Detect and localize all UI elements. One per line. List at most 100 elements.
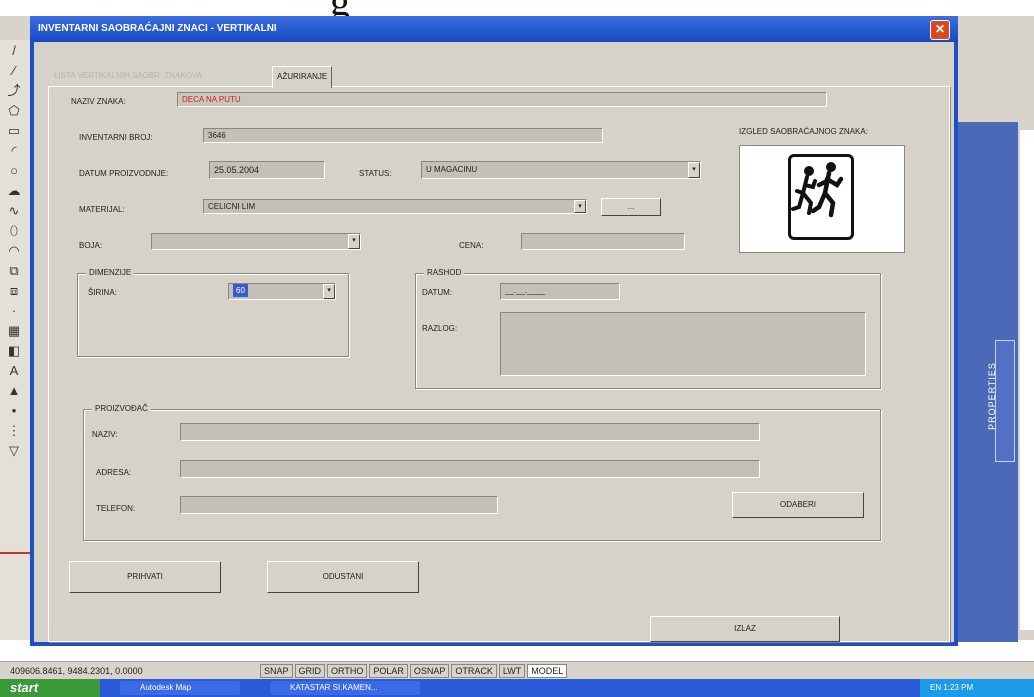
inventory-dialog: INVENTARNI SAOBRAĆAJNI ZNACI - VERTIKALN…	[30, 16, 958, 646]
cena-label: CENA:	[459, 241, 484, 250]
rashod-group: RASHOD DATUM: __.__.____ RAZLOG:	[415, 268, 881, 389]
hatch-icon[interactable]: ▦	[4, 321, 24, 340]
snap-toggle[interactable]: SNAP	[260, 664, 293, 678]
dimenzije-group: DIMENZIJE ŠIRINA: 60 ▾	[77, 268, 349, 357]
status-select[interactable]: U MAGACINU ▾	[421, 161, 701, 179]
boja-label: BOJA:	[79, 241, 103, 250]
dialog-title: INVENTARNI SAOBRAĆAJNI ZNACI - VERTIKALN…	[38, 23, 277, 34]
model-toggle[interactable]: MODEL	[527, 664, 568, 678]
polyline-icon[interactable]: ⤴	[4, 81, 24, 100]
chevron-down-icon[interactable]: ▾	[688, 162, 700, 178]
slide-title-strip: g	[0, 0, 1034, 16]
spline-icon[interactable]: ∿	[4, 201, 24, 220]
materijal-browse-button[interactable]: ...	[601, 198, 661, 216]
arc-icon[interactable]: ◜	[4, 141, 24, 160]
ellipse-icon[interactable]: ⬯	[4, 221, 24, 240]
rectangle-icon[interactable]: ▭	[4, 121, 24, 140]
coordinates-readout: 409606.8461, 9484.2301, 0.0000	[10, 666, 143, 676]
proizvodjac-naziv-label: NAZIV:	[92, 430, 118, 439]
dialog-titlebar: INVENTARNI SAOBRAĆAJNI ZNACI - VERTIKALN…	[30, 16, 958, 42]
tray-text: EN 1:23 PM	[930, 683, 974, 692]
chevron-down-icon[interactable]: ▾	[323, 284, 335, 299]
azuriranje-tab-page: NAZIV ZNAKA: DECA NA PUTU INVENTARNI BRO…	[48, 86, 950, 642]
children-running-icon	[791, 162, 844, 218]
odustani-button[interactable]: ODUSTANI	[267, 561, 419, 593]
sirina-label: ŠIRINA:	[88, 288, 117, 297]
proizvodjac-group: PROIZVOĐAČ NAZIV: ADRESA: TELEFON: ODABE…	[83, 404, 881, 541]
proizvodjac-title: PROIZVOĐAČ	[92, 404, 151, 413]
telefon-field[interactable]	[180, 496, 498, 514]
revcloud-icon[interactable]: ☁	[4, 181, 24, 200]
naziv-znaka-label: NAZIV ZNAKA:	[71, 97, 126, 106]
dialog-body: LISTA VERTIKALNIH SAOBR. ZNAKOVA AŽURIRA…	[34, 42, 954, 642]
point-icon[interactable]: ·	[4, 301, 24, 320]
izlaz-button[interactable]: IZLAZ	[650, 616, 840, 642]
osnap-toggle[interactable]: OSNAP	[409, 664, 450, 678]
materijal-label: MATERIJAL:	[79, 205, 125, 214]
materijal-value: CELICNI LIM	[208, 202, 256, 211]
datum-proizvodnje-label: DATUM PROIZVODNJE:	[79, 169, 169, 178]
rashod-title: RASHOD	[424, 268, 465, 277]
circle-icon[interactable]: ○	[4, 161, 24, 180]
cena-field[interactable]	[521, 233, 685, 250]
funnel-icon[interactable]: ▽	[4, 441, 24, 460]
system-tray: EN 1:23 PM	[920, 679, 1034, 697]
sirina-select[interactable]: 60 ▾	[228, 283, 336, 300]
boja-select[interactable]: ▾	[151, 233, 361, 250]
ellipse-arc-icon[interactable]: ◠	[4, 241, 24, 260]
izgled-znaka-label: IZGLED SAOBRAĆAJNOG ZNAKA:	[739, 127, 868, 136]
naziv-znaka-field[interactable]: DECA NA PUTU	[177, 92, 827, 107]
polar-toggle[interactable]: POLAR	[369, 664, 408, 678]
status-value: U MAGACINU	[426, 165, 478, 174]
sirina-value: 60	[233, 284, 248, 297]
lwt-toggle[interactable]: LWT	[498, 664, 526, 678]
chevron-down-icon[interactable]: ▾	[348, 234, 360, 249]
properties-tab-label: PROPERTIES	[986, 362, 997, 430]
prihvati-button[interactable]: PRIHVATI	[69, 561, 221, 593]
rashod-datum-label: DATUM:	[422, 288, 453, 297]
otrack-toggle[interactable]: OTRACK	[451, 664, 497, 678]
inventarni-broj-label: INVENTARNI BROJ:	[79, 133, 153, 142]
status-bar: 409606.8461, 9484.2301, 0.0000 SNAP GRID…	[0, 661, 1034, 680]
make-block-icon[interactable]: ⧈	[4, 281, 24, 300]
taskbar-item-katastar[interactable]: KATASTAR SI.KAMEN...	[270, 681, 420, 695]
region-icon[interactable]: ◧	[4, 341, 24, 360]
drawing-tools-strip: / ⁄ ⤴ ⬠ ▭ ◜ ○ ☁ ∿ ⬯ ◠ ⧉ ⧈ · ▦ ◧ A ▲ • ⋮ …	[0, 40, 31, 640]
materijal-select[interactable]: CELICNI LIM ▾	[203, 199, 587, 214]
datum-proizvodnje-field[interactable]: 25.05.2004	[209, 161, 325, 179]
windows-taskbar: start Autodesk Map KATASTAR SI.KAMEN... …	[0, 679, 1034, 697]
status-toggles: SNAP GRID ORTHO POLAR OSNAP OTRACK LWT M…	[260, 664, 568, 678]
children-crossing-sign	[788, 154, 854, 240]
dot-icon[interactable]: •	[4, 401, 24, 420]
properties-tab[interactable]: PROPERTIES	[987, 340, 1015, 462]
taskbar-item-autodesk-map[interactable]: Autodesk Map	[120, 681, 240, 695]
status-label: STATUS:	[359, 169, 392, 178]
document-edge	[1020, 130, 1034, 630]
adresa-label: ADRESA:	[96, 468, 132, 477]
grid-toggle[interactable]: GRID	[294, 664, 326, 678]
warning-icon[interactable]: ▲	[4, 381, 24, 400]
slide-title: g	[330, 0, 350, 16]
sign-preview-box	[739, 145, 905, 253]
telefon-label: TELEFON:	[96, 504, 136, 513]
construction-line-icon[interactable]: ⁄	[4, 61, 24, 80]
dimenzije-title: DIMENZIJE	[86, 268, 135, 277]
close-button[interactable]: ✕	[930, 20, 950, 40]
grip-icon: ⋮	[7, 423, 21, 438]
tab-lista[interactable]: LISTA VERTIKALNIH SAOBR. ZNAKOVA	[50, 66, 206, 86]
chevron-down-icon[interactable]: ▾	[574, 200, 586, 213]
mtext-icon[interactable]: A	[4, 361, 24, 380]
adresa-field[interactable]	[180, 460, 760, 478]
odaberi-button[interactable]: ODABERI	[732, 492, 864, 518]
insert-block-icon[interactable]: ⧉	[4, 261, 24, 280]
inventarni-broj-field[interactable]: 3646	[203, 128, 603, 143]
start-button[interactable]: start	[0, 679, 100, 697]
ortho-toggle[interactable]: ORTHO	[327, 664, 368, 678]
tab-azuriranje[interactable]: AŽURIRANJE	[272, 66, 333, 88]
proizvodjac-naziv-field[interactable]	[180, 423, 760, 441]
rashod-datum-field[interactable]: __.__.____	[500, 283, 620, 300]
line-tool-icon[interactable]: /	[4, 41, 24, 60]
razlog-label: RAZLOG:	[422, 324, 458, 333]
polygon-icon[interactable]: ⬠	[4, 101, 24, 120]
razlog-field[interactable]	[500, 312, 866, 376]
